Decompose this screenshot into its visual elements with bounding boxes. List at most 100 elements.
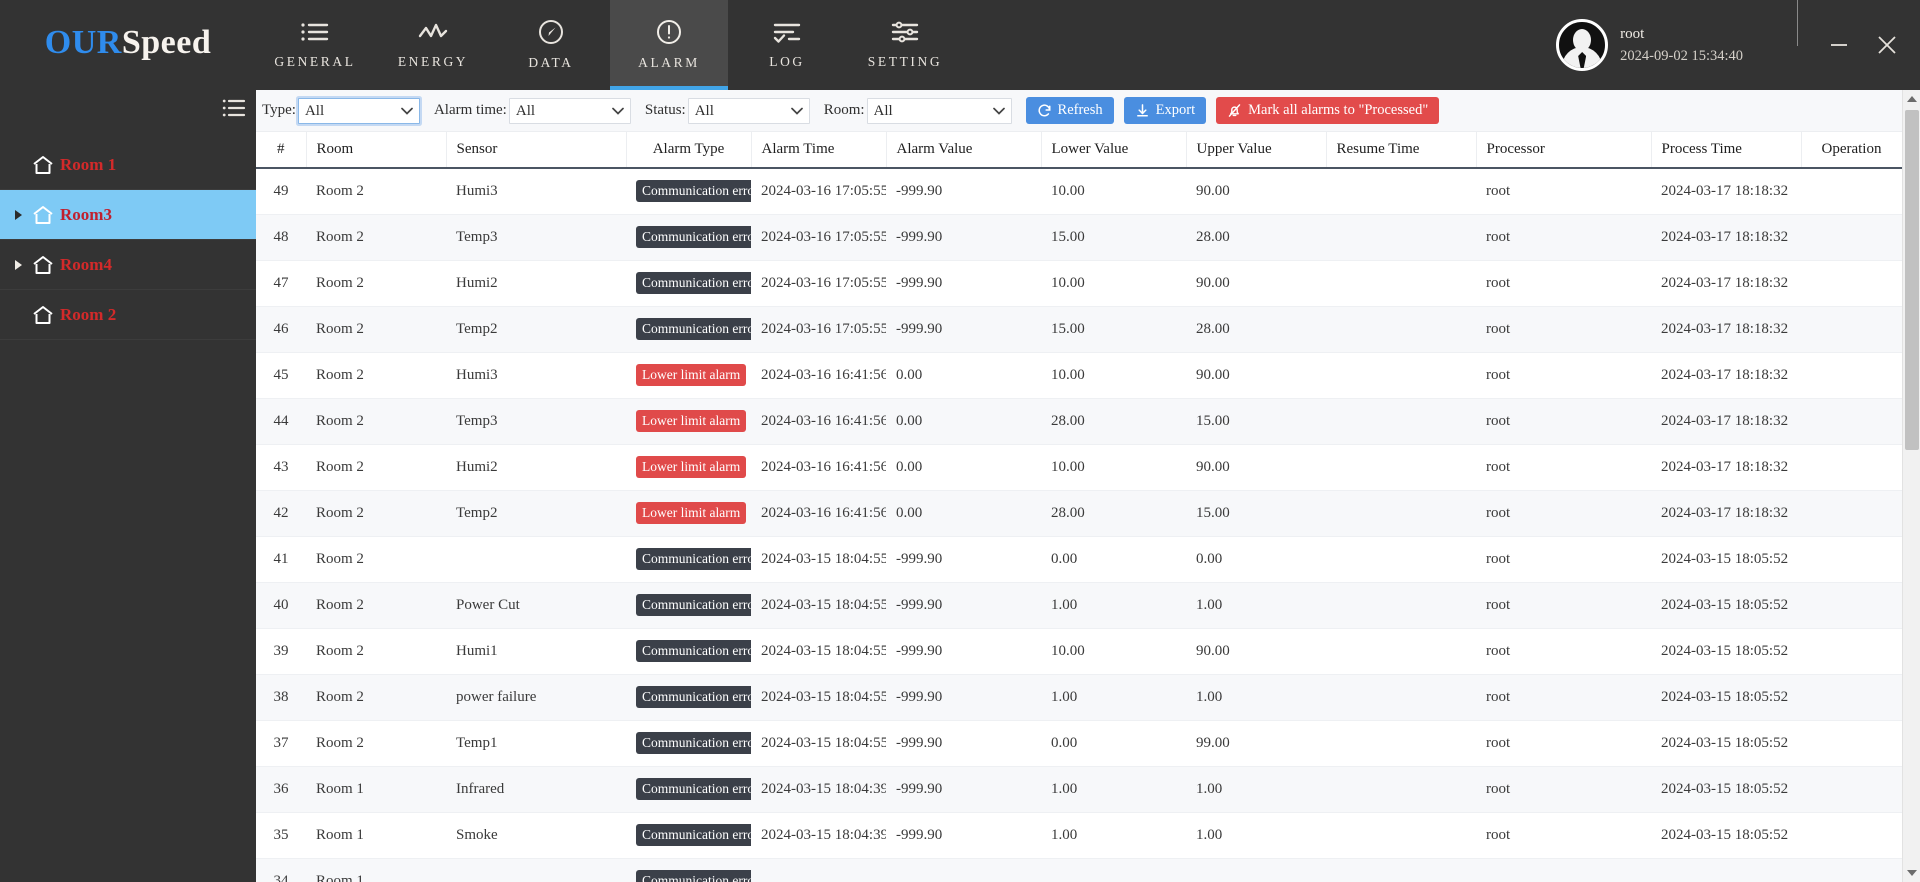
row-cell-alarm-type: Communication error xyxy=(626,582,751,629)
sidebar-item-label: Room 1 xyxy=(60,154,117,174)
nav-tab-alarm[interactable]: ALARM xyxy=(610,0,728,90)
row-cell-upper-value: 28.00 xyxy=(1186,214,1326,261)
table-row[interactable]: 42 Room 2 Temp2 Lower limit alarm 2024-03-16… xyxy=(256,490,1902,537)
row-cell-room: Room 1 xyxy=(306,858,446,882)
nav-tab-setting[interactable]: SETTING xyxy=(846,0,964,90)
log-list-icon xyxy=(772,20,802,44)
row-cell-alarm-time: 2024-03-16 16:41:56 xyxy=(751,398,886,445)
nav-tab-energy[interactable]: ENERGY xyxy=(374,0,492,90)
scroll-up-arrow-icon[interactable] xyxy=(1903,90,1920,108)
export-button[interactable]: Export xyxy=(1123,97,1207,124)
alarm-table-body: 49 Room 2 Humi3 Communication error 2024-03-… xyxy=(256,168,1902,882)
chevron-right-icon[interactable] xyxy=(10,259,26,270)
sidebar-item-room-2[interactable]: Room 2 xyxy=(0,290,256,340)
nav-tab-data[interactable]: DATA xyxy=(492,0,610,90)
sidebar-item-room3[interactable]: Room3 xyxy=(0,190,256,240)
alarm-type-badge: Communication error xyxy=(636,594,751,616)
row-cell-resume-time xyxy=(1326,674,1476,721)
export-button-label: Export xyxy=(1155,102,1196,118)
sidebar-item-room4[interactable]: Room4 xyxy=(0,240,256,290)
user-profile[interactable]: root 2024-09-02 15:34:40 xyxy=(1556,0,1753,90)
refresh-button-label: Refresh xyxy=(1057,102,1103,118)
row-cell-num: 42 xyxy=(256,490,306,537)
sidebar-item-room-1[interactable]: Room 1 xyxy=(0,140,256,190)
nav-tab-log[interactable]: LOG xyxy=(728,0,846,90)
filter-room: Room: All xyxy=(824,97,1012,124)
row-cell-resume-time xyxy=(1326,720,1476,767)
sidebar-item-label: Room 2 xyxy=(60,304,117,324)
table-row[interactable]: 34 Room 1 Communication error xyxy=(256,858,1902,882)
row-cell-alarm-time: 2024-03-15 18:04:55 xyxy=(751,628,886,675)
table-row[interactable]: 45 Room 2 Humi3 Lower limit alarm 2024-03-16… xyxy=(256,352,1902,399)
row-cell-num: 35 xyxy=(256,812,306,859)
table-row[interactable]: 39 Room 2 Humi1 Communication error 2024-03-… xyxy=(256,628,1902,675)
row-cell-alarm-type: Lower limit alarm xyxy=(626,444,751,491)
table-row[interactable]: 36 Room 1 Infrared Communication error 2024-… xyxy=(256,766,1902,813)
row-cell-room: Room 2 xyxy=(306,398,446,445)
table-row[interactable]: 48 Room 2 Temp3 Communication error 2024-03-… xyxy=(256,214,1902,261)
row-cell-alarm-value: -999.90 xyxy=(886,536,1041,583)
table-row[interactable]: 40 Room 2 Power Cut Communication error 2024… xyxy=(256,582,1902,629)
chevron-right-icon[interactable] xyxy=(10,209,26,220)
minimize-icon[interactable] xyxy=(1826,32,1852,58)
filter-room-select[interactable]: All xyxy=(866,97,1012,124)
row-cell-lower-value: 15.00 xyxy=(1041,306,1186,353)
row-cell-alarm-type: Communication error xyxy=(626,536,751,583)
refresh-button[interactable]: Refresh xyxy=(1025,97,1114,124)
filter-alarm-time-select[interactable]: All xyxy=(508,97,631,124)
alarm-table-scroll[interactable]: # Room Sensor Alarm Type Alarm Time Alar… xyxy=(256,132,1920,882)
row-cell-resume-time xyxy=(1326,766,1476,813)
table-row[interactable]: 38 Room 2 power failure Communication error… xyxy=(256,674,1902,721)
table-row[interactable]: 41 Room 2 Communication error 2024-03-15 18… xyxy=(256,536,1902,583)
nav-tab-data-label: DATA xyxy=(528,55,574,70)
filter-status-select[interactable]: All xyxy=(687,97,810,124)
row-cell-alarm-type: Communication error xyxy=(626,214,751,261)
row-cell-resume-time xyxy=(1326,812,1476,859)
row-cell-num: 38 xyxy=(256,674,306,721)
row-cell-sensor: Humi2 xyxy=(446,260,626,307)
filter-alarm-time-label: Alarm time: xyxy=(433,102,507,118)
row-cell-alarm-time xyxy=(751,858,886,882)
sliders-icon xyxy=(890,20,920,44)
row-cell-processor: root xyxy=(1476,214,1651,261)
scroll-down-arrow-icon[interactable] xyxy=(1903,864,1920,882)
row-cell-process-time: 2024-03-15 18:05:52 xyxy=(1651,720,1801,767)
table-row[interactable]: 35 Room 1 Smoke Communication error 2024-03-… xyxy=(256,812,1902,859)
sidebar-collapse-icon[interactable] xyxy=(222,98,246,122)
row-cell-upper-value: 90.00 xyxy=(1186,444,1326,491)
table-row[interactable]: 37 Room 2 Temp1 Communication error 2024-03-… xyxy=(256,720,1902,767)
col-header-alarm-value: Alarm Value xyxy=(886,132,1042,169)
row-cell-alarm-value: -999.90 xyxy=(886,674,1041,721)
mark-all-processed-button[interactable]: Mark all alarms to "Processed" xyxy=(1216,97,1440,124)
bell-off-icon xyxy=(1227,103,1242,118)
header-spacer xyxy=(964,0,1556,90)
col-header-resume-time: Resume Time xyxy=(1326,132,1477,169)
row-cell-process-time: 2024-03-15 18:05:52 xyxy=(1651,766,1801,813)
scrollbar-thumb[interactable] xyxy=(1905,110,1919,450)
row-cell-resume-time xyxy=(1326,398,1476,445)
table-row[interactable]: 44 Room 2 Temp3 Lower limit alarm 2024-03-16… xyxy=(256,398,1902,445)
vertical-scrollbar[interactable] xyxy=(1902,90,1920,882)
row-cell-num: 41 xyxy=(256,536,306,583)
row-cell-alarm-time: 2024-03-16 17:05:55 xyxy=(751,260,886,307)
alarm-type-badge: Communication error xyxy=(636,640,751,662)
table-row[interactable]: 49 Room 2 Humi3 Communication error 2024-03-… xyxy=(256,168,1902,215)
table-row[interactable]: 47 Room 2 Humi2 Communication error 2024-03-… xyxy=(256,260,1902,307)
row-cell-lower-value: 10.00 xyxy=(1041,168,1186,215)
row-cell-upper-value: 15.00 xyxy=(1186,398,1326,445)
home-icon xyxy=(32,305,54,325)
row-cell-process-time: 2024-03-17 18:18:32 xyxy=(1651,168,1801,215)
filter-type-select[interactable]: All xyxy=(297,97,420,124)
close-icon[interactable] xyxy=(1874,32,1900,58)
row-cell-room: Room 2 xyxy=(306,352,446,399)
avatar xyxy=(1556,19,1609,71)
row-cell-upper-value: 90.00 xyxy=(1186,168,1326,215)
row-cell-process-time: 2024-03-17 18:18:32 xyxy=(1651,214,1801,261)
filter-alarm-time-select-wrap: All xyxy=(508,97,631,124)
table-row[interactable]: 43 Room 2 Humi2 Lower limit alarm 2024-03-16… xyxy=(256,444,1902,491)
row-cell-alarm-type: Communication error xyxy=(626,720,751,767)
table-row[interactable]: 46 Room 2 Temp2 Communication error 2024-03-… xyxy=(256,306,1902,353)
alarm-type-badge: Lower limit alarm xyxy=(636,410,747,432)
nav-tab-general[interactable]: GENERAL xyxy=(256,0,374,90)
row-cell-resume-time xyxy=(1326,444,1476,491)
